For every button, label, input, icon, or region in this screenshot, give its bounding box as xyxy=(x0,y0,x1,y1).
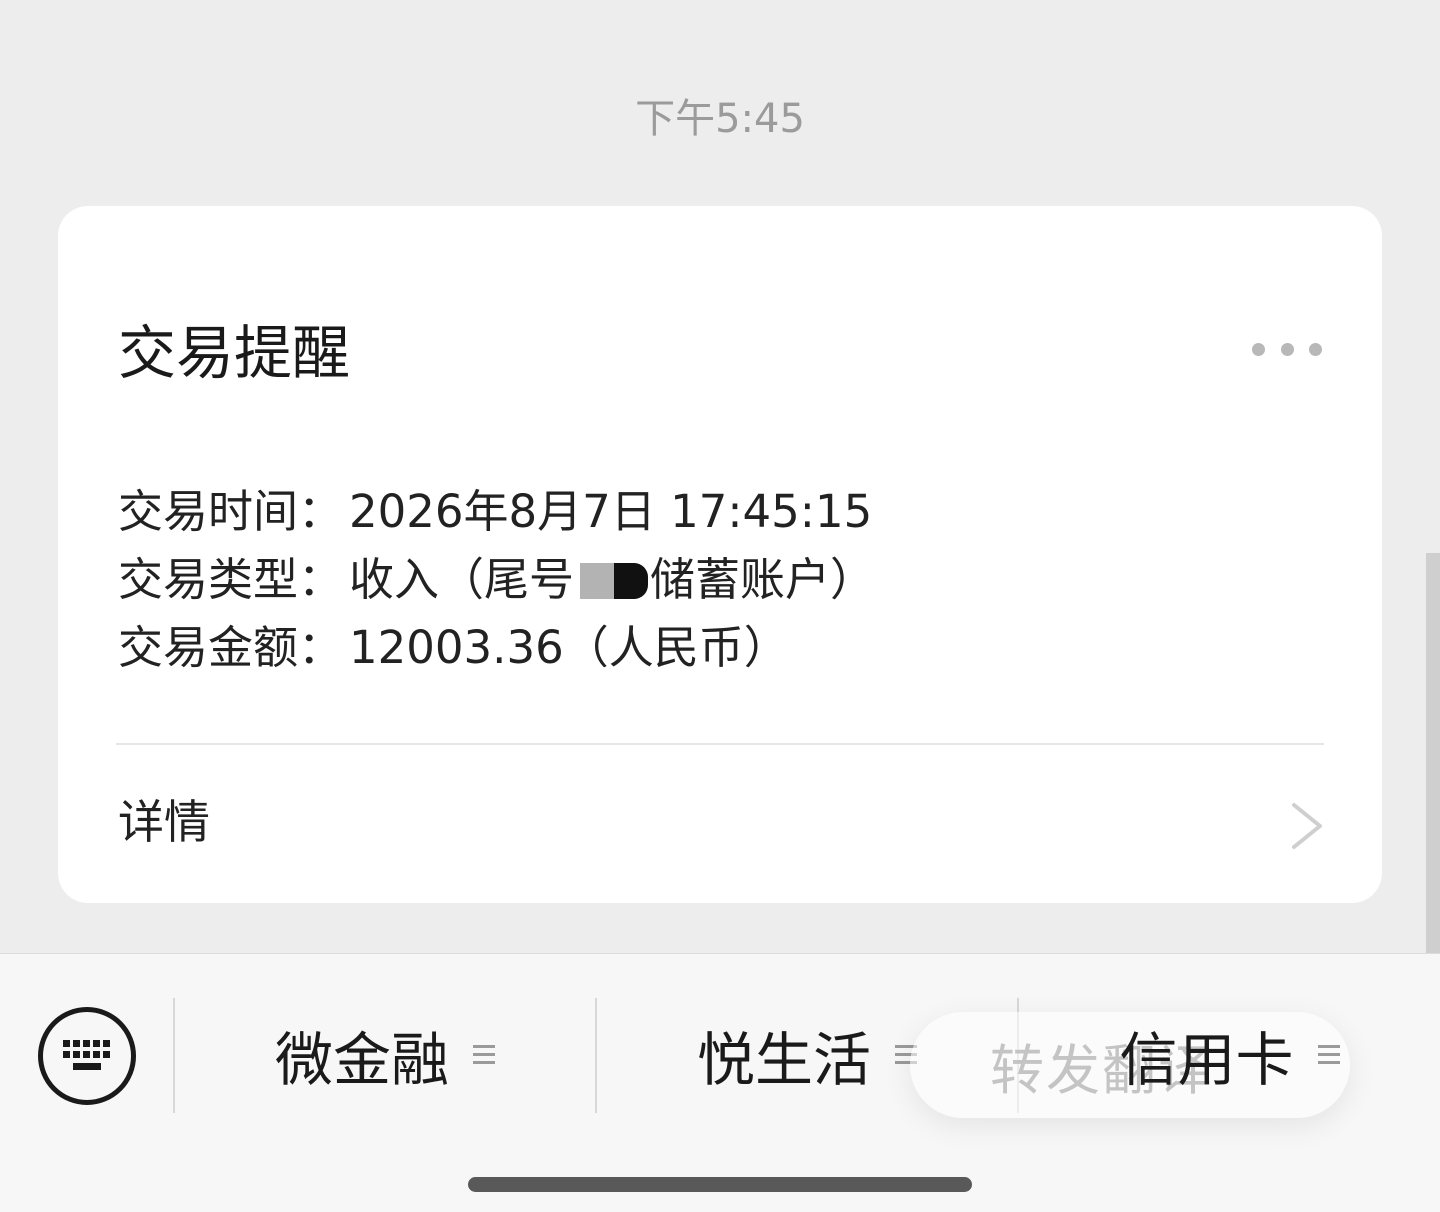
info-value: 收入（尾号 储蓄账户） xyxy=(349,546,875,614)
menu-label: 信用卡 xyxy=(1119,1026,1294,1094)
scrollbar[interactable] xyxy=(1426,553,1440,953)
card-title: 交易提醒 xyxy=(118,319,351,387)
redaction-mark xyxy=(580,563,649,599)
info-label: 交易金额： xyxy=(118,621,344,674)
info-row-type: 交易类型： 收入（尾号 储蓄账户） xyxy=(118,546,875,614)
info-label: 交易类型： xyxy=(118,553,344,606)
chat-area: 下午5:45 交易提醒 交易时间： 2026年8月7日 17:45:15 交易类… xyxy=(0,0,1440,953)
transaction-card[interactable]: 交易提醒 交易时间： 2026年8月7日 17:45:15 交易类型： 收入（尾… xyxy=(58,206,1382,903)
menu-label: 微金融 xyxy=(274,1026,449,1094)
menu-label: 悦生活 xyxy=(696,1026,871,1094)
menu-wei-jinrong[interactable]: 微金融 xyxy=(175,994,595,1116)
info-row-time: 交易时间： 2026年8月7日 17:45:15 xyxy=(118,478,875,546)
menu-lines-icon xyxy=(1317,1045,1340,1065)
menu-lines-icon xyxy=(473,1045,495,1065)
info-value: 2026年8月7日 17:45:15 xyxy=(349,485,873,538)
detail-link[interactable]: 详情 xyxy=(58,745,1382,903)
transaction-info: 交易时间： 2026年8月7日 17:45:15 交易类型： 收入（尾号 储蓄账户… xyxy=(118,478,875,682)
detail-label: 详情 xyxy=(118,795,210,849)
menu-credit-card[interactable]: 信用卡 xyxy=(1019,994,1440,1116)
chevron-right-icon xyxy=(1292,803,1322,849)
info-row-amount: 交易金额： 12003.36（人民币） xyxy=(118,614,875,682)
more-dots-icon[interactable] xyxy=(1252,334,1322,364)
bottom-menu-bar: 微金融 悦生活 转发翻译 信用卡 xyxy=(0,953,1440,1212)
info-label: 交易时间： xyxy=(118,485,344,538)
home-indicator[interactable] xyxy=(468,1177,972,1192)
keyboard-icon[interactable] xyxy=(38,1007,136,1105)
message-timestamp: 下午5:45 xyxy=(635,96,805,142)
info-value-suffix: 储蓄账户） xyxy=(650,553,876,606)
info-value-prefix: 收入（尾号 xyxy=(349,553,575,606)
info-value: 12003.36（人民币） xyxy=(349,621,789,674)
